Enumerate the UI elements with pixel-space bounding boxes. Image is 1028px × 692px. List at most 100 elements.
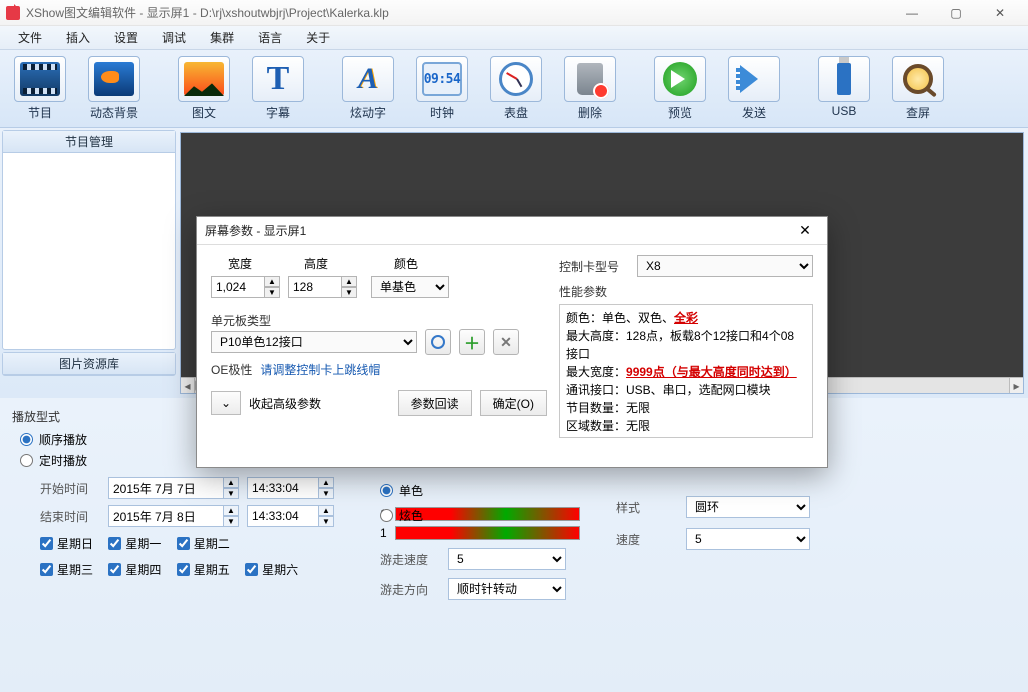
wander-settings: 单色 1 炫色 1 游走速度5 游走方向顺时针转动 bbox=[380, 478, 580, 608]
unit-type-select[interactable]: P10单色12接口 bbox=[211, 331, 417, 353]
film-icon bbox=[20, 62, 60, 96]
end-time-input[interactable]: ▲▼ bbox=[247, 505, 334, 527]
search-unit-button[interactable] bbox=[425, 329, 451, 355]
send-arrow-icon bbox=[736, 65, 772, 93]
tool-dial[interactable]: 表盘 bbox=[482, 54, 550, 127]
perf-text[interactable]: 颜色：单色、双色、全彩 最大高度：128点，板载8个12接口和4个08接口 最大… bbox=[559, 304, 813, 438]
oe-note-link[interactable]: 请调整控制卡上跳线帽 bbox=[260, 361, 380, 378]
height-label: 高度 bbox=[287, 255, 345, 272]
day-fri[interactable]: 星期五 bbox=[177, 561, 230, 578]
tool-clock[interactable]: 09:54时钟 bbox=[408, 54, 476, 127]
main-toolbar: 节目 动态背景 图文 T字幕 A炫动字 09:54时钟 表盘 删除 预览 发送 … bbox=[0, 50, 1028, 128]
style-label: 样式 bbox=[616, 499, 676, 516]
speed2-label: 速度 bbox=[616, 531, 676, 548]
menu-about[interactable]: 关于 bbox=[294, 26, 342, 49]
end-date-input[interactable]: ▲▼ bbox=[108, 505, 239, 527]
day-wed[interactable]: 星期三 bbox=[40, 561, 93, 578]
tool-pictext[interactable]: 图文 bbox=[170, 54, 238, 127]
asset-library-panel: 图片资源库 bbox=[2, 352, 176, 376]
usb-icon bbox=[837, 63, 851, 95]
magnifier-icon bbox=[903, 64, 933, 94]
ok-button[interactable]: 确定(O) bbox=[480, 390, 547, 416]
dialog-titlebar[interactable]: 屏幕参数 - 显示屏1 ✕ bbox=[197, 217, 827, 245]
tool-program[interactable]: 节目 bbox=[6, 54, 74, 127]
menu-file[interactable]: 文件 bbox=[6, 26, 54, 49]
end-time-label: 结束时间 bbox=[40, 508, 100, 525]
style-settings: 样式圆环 速度 5 bbox=[616, 486, 836, 560]
dialog-close-button[interactable]: ✕ bbox=[791, 217, 819, 245]
trash-icon bbox=[577, 63, 603, 95]
tool-preview[interactable]: 预览 bbox=[646, 54, 714, 127]
day-sat[interactable]: 星期六 bbox=[245, 561, 298, 578]
menu-insert[interactable]: 插入 bbox=[54, 26, 102, 49]
menu-language[interactable]: 语言 bbox=[246, 26, 294, 49]
screen-params-dialog: 屏幕参数 - 显示屏1 ✕ 宽度 高度 颜色 ▲▼ ▲▼ 单基色 单元板类型 P… bbox=[196, 216, 828, 468]
width-input[interactable]: ▲▼ bbox=[211, 276, 280, 298]
program-tree[interactable] bbox=[3, 153, 175, 349]
add-unit-button[interactable]: ＋ bbox=[459, 329, 485, 355]
start-time-input[interactable]: ▲▼ bbox=[247, 477, 334, 499]
chevron-up-down-icon: ⌄ bbox=[221, 396, 231, 410]
menu-bar: 文件 插入 设置 调试 集群 语言 关于 bbox=[0, 26, 1028, 50]
fx-a-icon: A bbox=[358, 62, 378, 96]
tool-subtitle[interactable]: T字幕 bbox=[244, 54, 312, 127]
tool-scan[interactable]: 查屏 bbox=[884, 54, 952, 127]
picture-icon bbox=[184, 62, 224, 96]
play-icon bbox=[663, 62, 697, 96]
card-model-label: 控制卡型号 bbox=[559, 258, 629, 275]
perf-label: 性能参数 bbox=[559, 283, 813, 300]
day-tue[interactable]: 星期二 bbox=[177, 535, 230, 552]
gradient-bar-2[interactable] bbox=[395, 526, 580, 540]
wander-speed-select[interactable]: 5 bbox=[448, 548, 566, 570]
analog-clock-icon bbox=[499, 62, 533, 96]
asset-library-header[interactable]: 图片资源库 bbox=[3, 353, 175, 375]
height-input[interactable]: ▲▼ bbox=[288, 276, 357, 298]
menu-settings[interactable]: 设置 bbox=[102, 26, 150, 49]
tool-delete[interactable]: 删除 bbox=[556, 54, 624, 127]
scroll-right-button[interactable]: ▸ bbox=[1009, 378, 1023, 393]
style-select[interactable]: 圆环 bbox=[686, 496, 810, 518]
color-select[interactable]: 单基色 bbox=[371, 276, 449, 298]
tool-usb[interactable]: USB bbox=[810, 54, 878, 127]
speed2-select[interactable]: 5 bbox=[686, 528, 810, 550]
collapse-advanced-label: 收起高级参数 bbox=[249, 395, 321, 412]
menu-debug[interactable]: 调试 bbox=[150, 26, 198, 49]
spin-down-icon[interactable]: ▼ bbox=[223, 488, 239, 499]
radio-mono[interactable]: 单色 bbox=[380, 482, 580, 499]
width-label: 宽度 bbox=[211, 255, 269, 272]
window-close-button[interactable]: ✕ bbox=[978, 0, 1022, 26]
card-model-select[interactable]: X8 bbox=[637, 255, 813, 277]
readback-button[interactable]: 参数回读 bbox=[398, 390, 472, 416]
collapse-advanced-button[interactable]: ⌄ bbox=[211, 391, 241, 415]
aquarium-icon bbox=[94, 62, 134, 96]
digital-clock-icon: 09:54 bbox=[422, 62, 462, 96]
color-label: 颜色 bbox=[377, 255, 435, 272]
wander-dir-select[interactable]: 顺时针转动 bbox=[448, 578, 566, 600]
left-column: 节目管理 图片资源库 bbox=[0, 128, 178, 398]
window-titlebar: XShow图文编辑软件 - 显示屏1 - D:\rj\xshoutwbjrj\P… bbox=[0, 0, 1028, 26]
app-logo-icon bbox=[6, 6, 20, 20]
wander-dir-label: 游走方向 bbox=[380, 581, 440, 598]
window-minimize-button[interactable]: — bbox=[890, 0, 934, 26]
start-date-input[interactable]: ▲▼ bbox=[108, 477, 239, 499]
start-time-label: 开始时间 bbox=[40, 480, 100, 497]
tool-dynamic-bg[interactable]: 动态背景 bbox=[80, 54, 148, 127]
day-thu[interactable]: 星期四 bbox=[108, 561, 161, 578]
day-mon[interactable]: 星期一 bbox=[108, 535, 161, 552]
day-sun[interactable]: 星期日 bbox=[40, 535, 93, 552]
program-manager-header[interactable]: 节目管理 bbox=[3, 131, 175, 153]
window-title: XShow图文编辑软件 - 显示屏1 - D:\rj\xshoutwbjrj\P… bbox=[26, 4, 890, 21]
program-manager-panel: 节目管理 bbox=[2, 130, 176, 350]
grad-value-2: 1 bbox=[380, 526, 387, 540]
scroll-left-button[interactable]: ◂ bbox=[181, 378, 195, 393]
remove-unit-button[interactable]: ✕ bbox=[493, 329, 519, 355]
menu-cluster[interactable]: 集群 bbox=[198, 26, 246, 49]
tool-fxtext[interactable]: A炫动字 bbox=[334, 54, 402, 127]
dialog-title: 屏幕参数 - 显示屏1 bbox=[205, 222, 791, 239]
text-t-icon: T bbox=[267, 60, 290, 98]
unit-type-label: 单元板类型 bbox=[211, 312, 547, 329]
spin-up-icon[interactable]: ▲ bbox=[223, 477, 239, 488]
window-maximize-button[interactable]: ▢ bbox=[934, 0, 978, 26]
oe-label: OE极性 bbox=[211, 361, 252, 378]
tool-send[interactable]: 发送 bbox=[720, 54, 788, 127]
